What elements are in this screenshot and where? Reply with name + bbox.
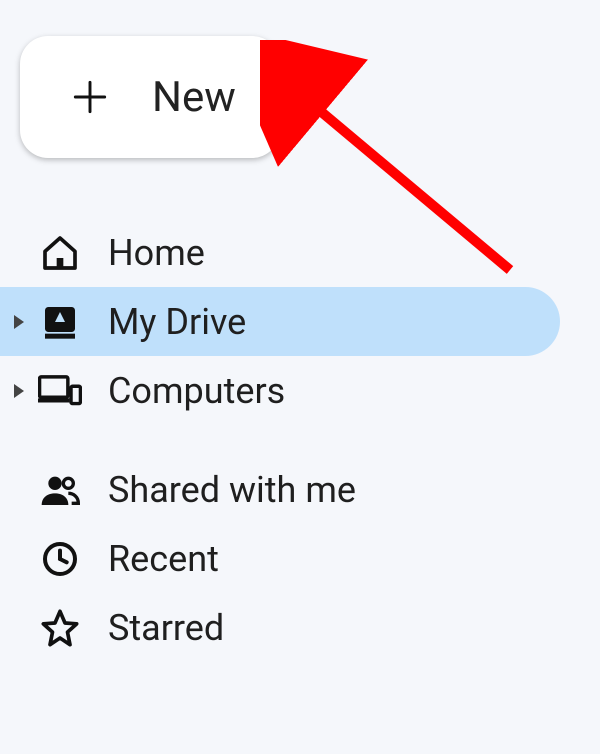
expand-toggle[interactable]: [0, 384, 30, 398]
sidebar-item-label: Starred: [108, 607, 224, 649]
drive-icon: [30, 302, 90, 342]
sidebar-item-label: My Drive: [108, 301, 246, 343]
sidebar-item-shared[interactable]: Shared with me: [0, 455, 560, 524]
chevron-right-icon: [14, 384, 24, 398]
sidebar-item-label: Home: [108, 232, 205, 274]
chevron-right-icon: [14, 315, 24, 329]
new-button-label: New: [152, 73, 236, 122]
section-divider: [0, 425, 560, 455]
people-icon: [30, 470, 90, 510]
sidebar-item-label: Recent: [108, 538, 219, 580]
new-button[interactable]: New: [20, 36, 280, 158]
star-icon: [30, 608, 90, 648]
sidebar-item-label: Shared with me: [108, 469, 356, 511]
sidebar-item-recent[interactable]: Recent: [0, 524, 560, 593]
home-icon: [30, 233, 90, 273]
sidebar-item-label: Computers: [108, 370, 285, 412]
expand-toggle[interactable]: [0, 315, 30, 329]
sidebar-nav: Home My Drive Computers: [0, 218, 560, 662]
sidebar-item-home[interactable]: Home: [0, 218, 560, 287]
sidebar-item-starred[interactable]: Starred: [0, 593, 560, 662]
sidebar-item-my-drive[interactable]: My Drive: [0, 287, 560, 356]
clock-icon: [30, 539, 90, 579]
plus-icon: [68, 75, 112, 119]
computers-icon: [30, 371, 90, 411]
sidebar-item-computers[interactable]: Computers: [0, 356, 560, 425]
